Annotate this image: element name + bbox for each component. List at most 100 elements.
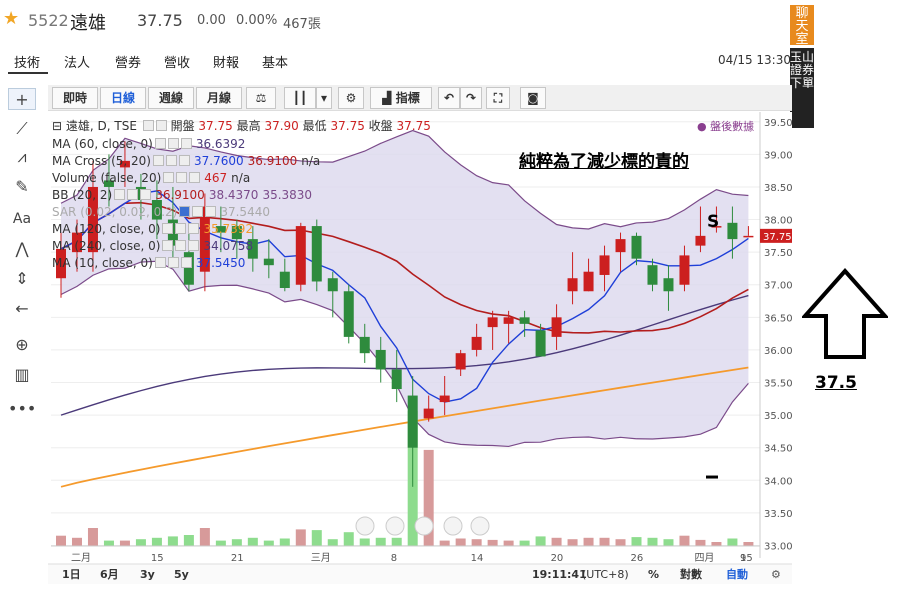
volume-bar [471, 539, 482, 546]
tab-basic[interactable]: 基本 [262, 52, 288, 71]
indicator-button[interactable]: ▟ 指標 [370, 87, 432, 109]
low-value: 37.75 [330, 119, 365, 133]
favorite-star-icon[interactable]: ★ [3, 8, 19, 29]
gear-icon[interactable]: ⚙ [338, 87, 364, 109]
undo-icon[interactable]: ↶ [438, 87, 460, 109]
tab-financials[interactable]: 財報 [213, 52, 239, 71]
zoom-icon[interactable]: ⊕ [8, 334, 36, 356]
time-tick-label: 15 [740, 553, 753, 564]
candle-body [423, 408, 434, 419]
tab-revenue[interactable]: 營收 [164, 52, 190, 71]
visibility-toggle[interactable] [163, 172, 175, 183]
price-tick-label: 36.00 [764, 346, 792, 357]
visibility-toggle[interactable] [142, 120, 154, 131]
settings-toggle[interactable] [175, 240, 187, 251]
visibility-toggle[interactable] [154, 257, 166, 268]
text-icon[interactable]: Aa [8, 208, 36, 230]
chart-nav-button[interactable] [385, 516, 405, 536]
close-icon[interactable] [140, 189, 152, 200]
chart-nav-button[interactable] [355, 516, 375, 536]
tab-institutional[interactable]: 法人 [64, 52, 90, 71]
settings-toggle[interactable] [155, 120, 167, 131]
range-button[interactable]: 6月 [100, 568, 119, 581]
visibility-toggle[interactable] [162, 240, 174, 251]
candle-body [599, 255, 610, 275]
close-icon[interactable] [180, 138, 192, 149]
close-icon[interactable] [189, 172, 201, 183]
quote-datetime: 04/15 13:30 [718, 53, 791, 67]
percent-toggle[interactable]: % [648, 568, 659, 581]
price-change: 0.00 [197, 13, 226, 28]
target-price-annotation: 37.5 [815, 373, 857, 393]
redo-icon[interactable]: ↷ [460, 87, 482, 109]
chatroom-button[interactable]: 聊天室 [790, 5, 814, 46]
pattern-icon[interactable]: ⋀ [8, 238, 36, 260]
arrow-left-icon[interactable]: ← [8, 298, 36, 320]
settings-toggle[interactable] [176, 172, 188, 183]
visibility-toggle[interactable] [114, 189, 126, 200]
legend-row-ma120: MA (120, close, 0) 35.7392 [52, 222, 253, 236]
chart-nav-button[interactable] [414, 516, 434, 536]
close-icon[interactable] [188, 223, 200, 234]
visibility-toggle[interactable] [152, 155, 164, 166]
trend-line-icon[interactable]: ⟋ [8, 118, 36, 140]
post-market-link[interactable]: ● 盤後數據 [697, 118, 754, 134]
close-icon[interactable] [180, 257, 192, 268]
range-button[interactable]: 5y [174, 568, 189, 581]
volume-bar [615, 539, 626, 546]
close-icon[interactable] [178, 155, 190, 166]
order-button[interactable]: 玉山證券下單 [790, 48, 814, 128]
visibility-toggle[interactable] [154, 138, 166, 149]
brush-icon[interactable]: ✎ [8, 176, 36, 198]
visibility-toggle[interactable] [179, 206, 191, 217]
camera-icon[interactable]: ◙ [520, 87, 546, 109]
measure-icon[interactable]: ⇕ [8, 268, 36, 290]
settings-toggle[interactable] [175, 223, 187, 234]
settings-toggle[interactable] [167, 257, 179, 268]
settings-toggle[interactable] [192, 206, 204, 217]
settings-toggle[interactable] [127, 189, 139, 200]
indicator-icon: ▟ [382, 91, 396, 105]
range-button[interactable]: 3y [140, 568, 155, 581]
interval-day-button[interactable]: 日線 [100, 87, 146, 109]
chart-nav-button[interactable] [470, 516, 490, 536]
ma10-value: 37.5450 [195, 256, 246, 270]
tab-technical[interactable]: 技術 [14, 52, 40, 71]
price-tick-label: 35.50 [764, 379, 792, 390]
time-tick-label: 26 [631, 553, 644, 564]
drawing-toolbar: + ⟋ ⩘ ✎ Aa ⋀ ⇕ ← ⊕ ▥ ••• [8, 84, 40, 424]
candle-body [455, 353, 466, 370]
collapse-icon[interactable]: ⊟ [52, 119, 62, 133]
gear-icon[interactable]: ⚙ [771, 568, 781, 581]
chevron-down-icon[interactable]: ▾ [316, 87, 332, 109]
ruler-icon[interactable]: ▥ [8, 364, 36, 386]
volume-bar [279, 538, 290, 546]
tab-margin[interactable]: 營券 [115, 52, 141, 71]
settings-toggle[interactable] [165, 155, 177, 166]
settings-toggle[interactable] [167, 138, 179, 149]
visibility-toggle[interactable] [162, 223, 174, 234]
volume-bar [71, 537, 82, 546]
candle-body [519, 317, 530, 324]
fib-icon[interactable]: ⩘ [8, 146, 36, 168]
candle-type-icon[interactable]: ┃┃ [284, 87, 316, 109]
sar-label: SAR (0.02, 0.02, 0.2) [52, 205, 178, 219]
more-icon[interactable]: ••• [8, 398, 36, 420]
fullscreen-icon[interactable]: ⛶ [486, 87, 510, 109]
candle-body [615, 239, 626, 253]
crosshair-icon[interactable]: + [8, 88, 36, 110]
close-icon[interactable] [188, 240, 200, 251]
scale-icon[interactable]: ⚖ [246, 87, 276, 109]
interval-month-button[interactable]: 月線 [196, 87, 242, 109]
range-button[interactable]: 1日 [62, 568, 81, 581]
close-icon[interactable] [205, 206, 217, 217]
chart-nav-button[interactable] [443, 516, 463, 536]
auto-toggle[interactable]: 自動 [726, 567, 748, 581]
candle-body [391, 369, 402, 390]
price-tick-label: 34.50 [764, 444, 792, 455]
interval-realtime-button[interactable]: 即時 [52, 87, 98, 109]
volume-bar [711, 542, 722, 546]
log-toggle[interactable]: 對數 [680, 567, 702, 581]
interval-week-button[interactable]: 週線 [148, 87, 194, 109]
volume-bar [343, 532, 354, 546]
